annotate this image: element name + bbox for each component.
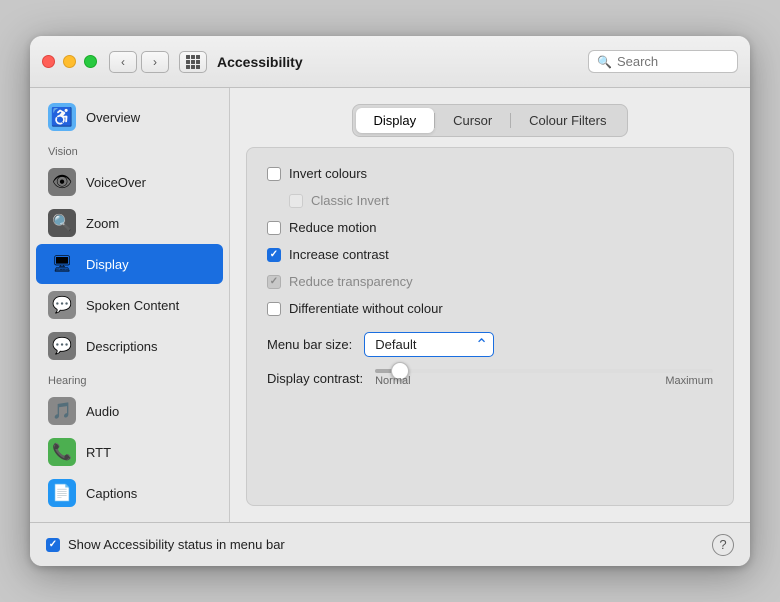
settings-area: Invert colours Classic Invert Reduce mot… bbox=[246, 147, 734, 506]
increase-contrast-checkbox[interactable] bbox=[267, 248, 281, 262]
display-contrast-label: Display contrast: bbox=[267, 371, 363, 386]
classic-invert-label: Classic Invert bbox=[311, 193, 389, 208]
grid-view-button[interactable] bbox=[179, 51, 207, 73]
bottom-checkbox-row: Show Accessibility status in menu bar bbox=[46, 537, 712, 552]
vision-section-label: Vision bbox=[30, 138, 229, 161]
traffic-lights bbox=[42, 55, 97, 68]
close-button[interactable] bbox=[42, 55, 55, 68]
sidebar-item-label: Audio bbox=[86, 404, 119, 419]
search-icon: 🔍 bbox=[597, 55, 612, 69]
descriptions-icon: 💬 bbox=[48, 332, 76, 360]
sidebar-item-label: RTT bbox=[86, 445, 111, 460]
window-title: Accessibility bbox=[217, 54, 588, 70]
menu-bar-size-select[interactable]: Default Large bbox=[364, 332, 494, 357]
sidebar-item-display[interactable]: 🖥 Display bbox=[36, 244, 223, 284]
increase-contrast-row: Increase contrast bbox=[267, 245, 713, 264]
invert-colours-label: Invert colours bbox=[289, 166, 367, 181]
sidebar-item-label: Overview bbox=[86, 110, 140, 125]
nav-buttons: ‹ › bbox=[109, 51, 169, 73]
slider-container: Normal Maximum bbox=[375, 369, 713, 387]
sidebar-item-captions[interactable]: 📄 Captions bbox=[36, 473, 223, 513]
sidebar-item-label: Captions bbox=[86, 486, 137, 501]
reduce-motion-row: Reduce motion bbox=[267, 218, 713, 237]
menu-bar-size-row: Menu bar size: Default Large ⌃ bbox=[267, 332, 713, 357]
tab-bar: Display Cursor Colour Filters bbox=[352, 104, 629, 137]
sidebar-item-label: Descriptions bbox=[86, 339, 158, 354]
display-contrast-row: Display contrast: Normal Maximum bbox=[267, 369, 713, 387]
grid-icon bbox=[186, 55, 200, 69]
forward-button[interactable]: › bbox=[141, 51, 169, 73]
increase-contrast-label: Increase contrast bbox=[289, 247, 389, 262]
overview-icon: ♿ bbox=[48, 103, 76, 131]
differentiate-without-colour-label: Differentiate without colour bbox=[289, 301, 443, 316]
menu-bar-size-label: Menu bar size: bbox=[267, 337, 352, 352]
show-accessibility-status-checkbox[interactable] bbox=[46, 538, 60, 552]
invert-colours-checkbox[interactable] bbox=[267, 167, 281, 181]
rtt-icon: 📞 bbox=[48, 438, 76, 466]
sidebar-item-descriptions[interactable]: 💬 Descriptions bbox=[36, 326, 223, 366]
search-input[interactable] bbox=[617, 54, 729, 69]
slider-min-label: Normal bbox=[375, 375, 410, 387]
titlebar: ‹ › Accessibility 🔍 bbox=[30, 36, 750, 88]
sidebar-item-label: Display bbox=[86, 257, 129, 272]
differentiate-without-colour-row: Differentiate without colour bbox=[267, 299, 713, 318]
sidebar-item-spoken-content[interactable]: 💬 Spoken Content bbox=[36, 285, 223, 325]
sidebar-item-label: VoiceOver bbox=[86, 175, 146, 190]
classic-invert-row: Classic Invert bbox=[267, 191, 713, 210]
sidebar-item-overview[interactable]: ♿ Overview bbox=[36, 97, 223, 137]
invert-colours-row: Invert colours bbox=[267, 164, 713, 183]
slider-max-label: Maximum bbox=[665, 375, 713, 387]
reduce-transparency-row: Reduce transparency bbox=[267, 272, 713, 291]
back-button[interactable]: ‹ bbox=[109, 51, 137, 73]
bottom-bar: Show Accessibility status in menu bar ? bbox=[30, 522, 750, 566]
search-box[interactable]: 🔍 bbox=[588, 50, 738, 73]
audio-icon: 🎵 bbox=[48, 397, 76, 425]
display-icon: 🖥 bbox=[48, 250, 76, 278]
tab-display[interactable]: Display bbox=[356, 108, 435, 133]
display-contrast-slider[interactable] bbox=[375, 369, 713, 373]
slider-labels: Normal Maximum bbox=[375, 375, 713, 387]
sidebar-item-zoom[interactable]: 🔍 Zoom bbox=[36, 203, 223, 243]
zoom-icon: 🔍 bbox=[48, 209, 76, 237]
sidebar-item-rtt[interactable]: 📞 RTT bbox=[36, 432, 223, 472]
minimize-button[interactable] bbox=[63, 55, 76, 68]
captions-icon: 📄 bbox=[48, 479, 76, 507]
reduce-motion-label: Reduce motion bbox=[289, 220, 376, 235]
main-window: ‹ › Accessibility 🔍 ♿ Overview Vision bbox=[30, 36, 750, 566]
sidebar-item-voiceover[interactable]: 👁 VoiceOver bbox=[36, 162, 223, 202]
tab-cursor[interactable]: Cursor bbox=[435, 108, 510, 133]
sidebar-item-label: Zoom bbox=[86, 216, 119, 231]
menu-bar-size-select-wrapper: Default Large ⌃ bbox=[364, 332, 494, 357]
hearing-section-label: Hearing bbox=[30, 367, 229, 390]
sidebar: ♿ Overview Vision 👁 VoiceOver 🔍 Zoom 🖥 D… bbox=[30, 88, 230, 522]
maximize-button[interactable] bbox=[84, 55, 97, 68]
spoken-content-icon: 💬 bbox=[48, 291, 76, 319]
classic-invert-checkbox[interactable] bbox=[289, 194, 303, 208]
reduce-transparency-label: Reduce transparency bbox=[289, 274, 413, 289]
help-button[interactable]: ? bbox=[712, 534, 734, 556]
sidebar-item-label: Spoken Content bbox=[86, 298, 179, 313]
main-content: ♿ Overview Vision 👁 VoiceOver 🔍 Zoom 🖥 D… bbox=[30, 88, 750, 522]
sidebar-item-audio[interactable]: 🎵 Audio bbox=[36, 391, 223, 431]
reduce-transparency-checkbox[interactable] bbox=[267, 275, 281, 289]
right-panel: Display Cursor Colour Filters Invert col… bbox=[230, 88, 750, 522]
reduce-motion-checkbox[interactable] bbox=[267, 221, 281, 235]
voiceover-icon: 👁 bbox=[48, 168, 76, 196]
tab-colour-filters[interactable]: Colour Filters bbox=[511, 108, 624, 133]
differentiate-without-colour-checkbox[interactable] bbox=[267, 302, 281, 316]
show-accessibility-status-label: Show Accessibility status in menu bar bbox=[68, 537, 285, 552]
